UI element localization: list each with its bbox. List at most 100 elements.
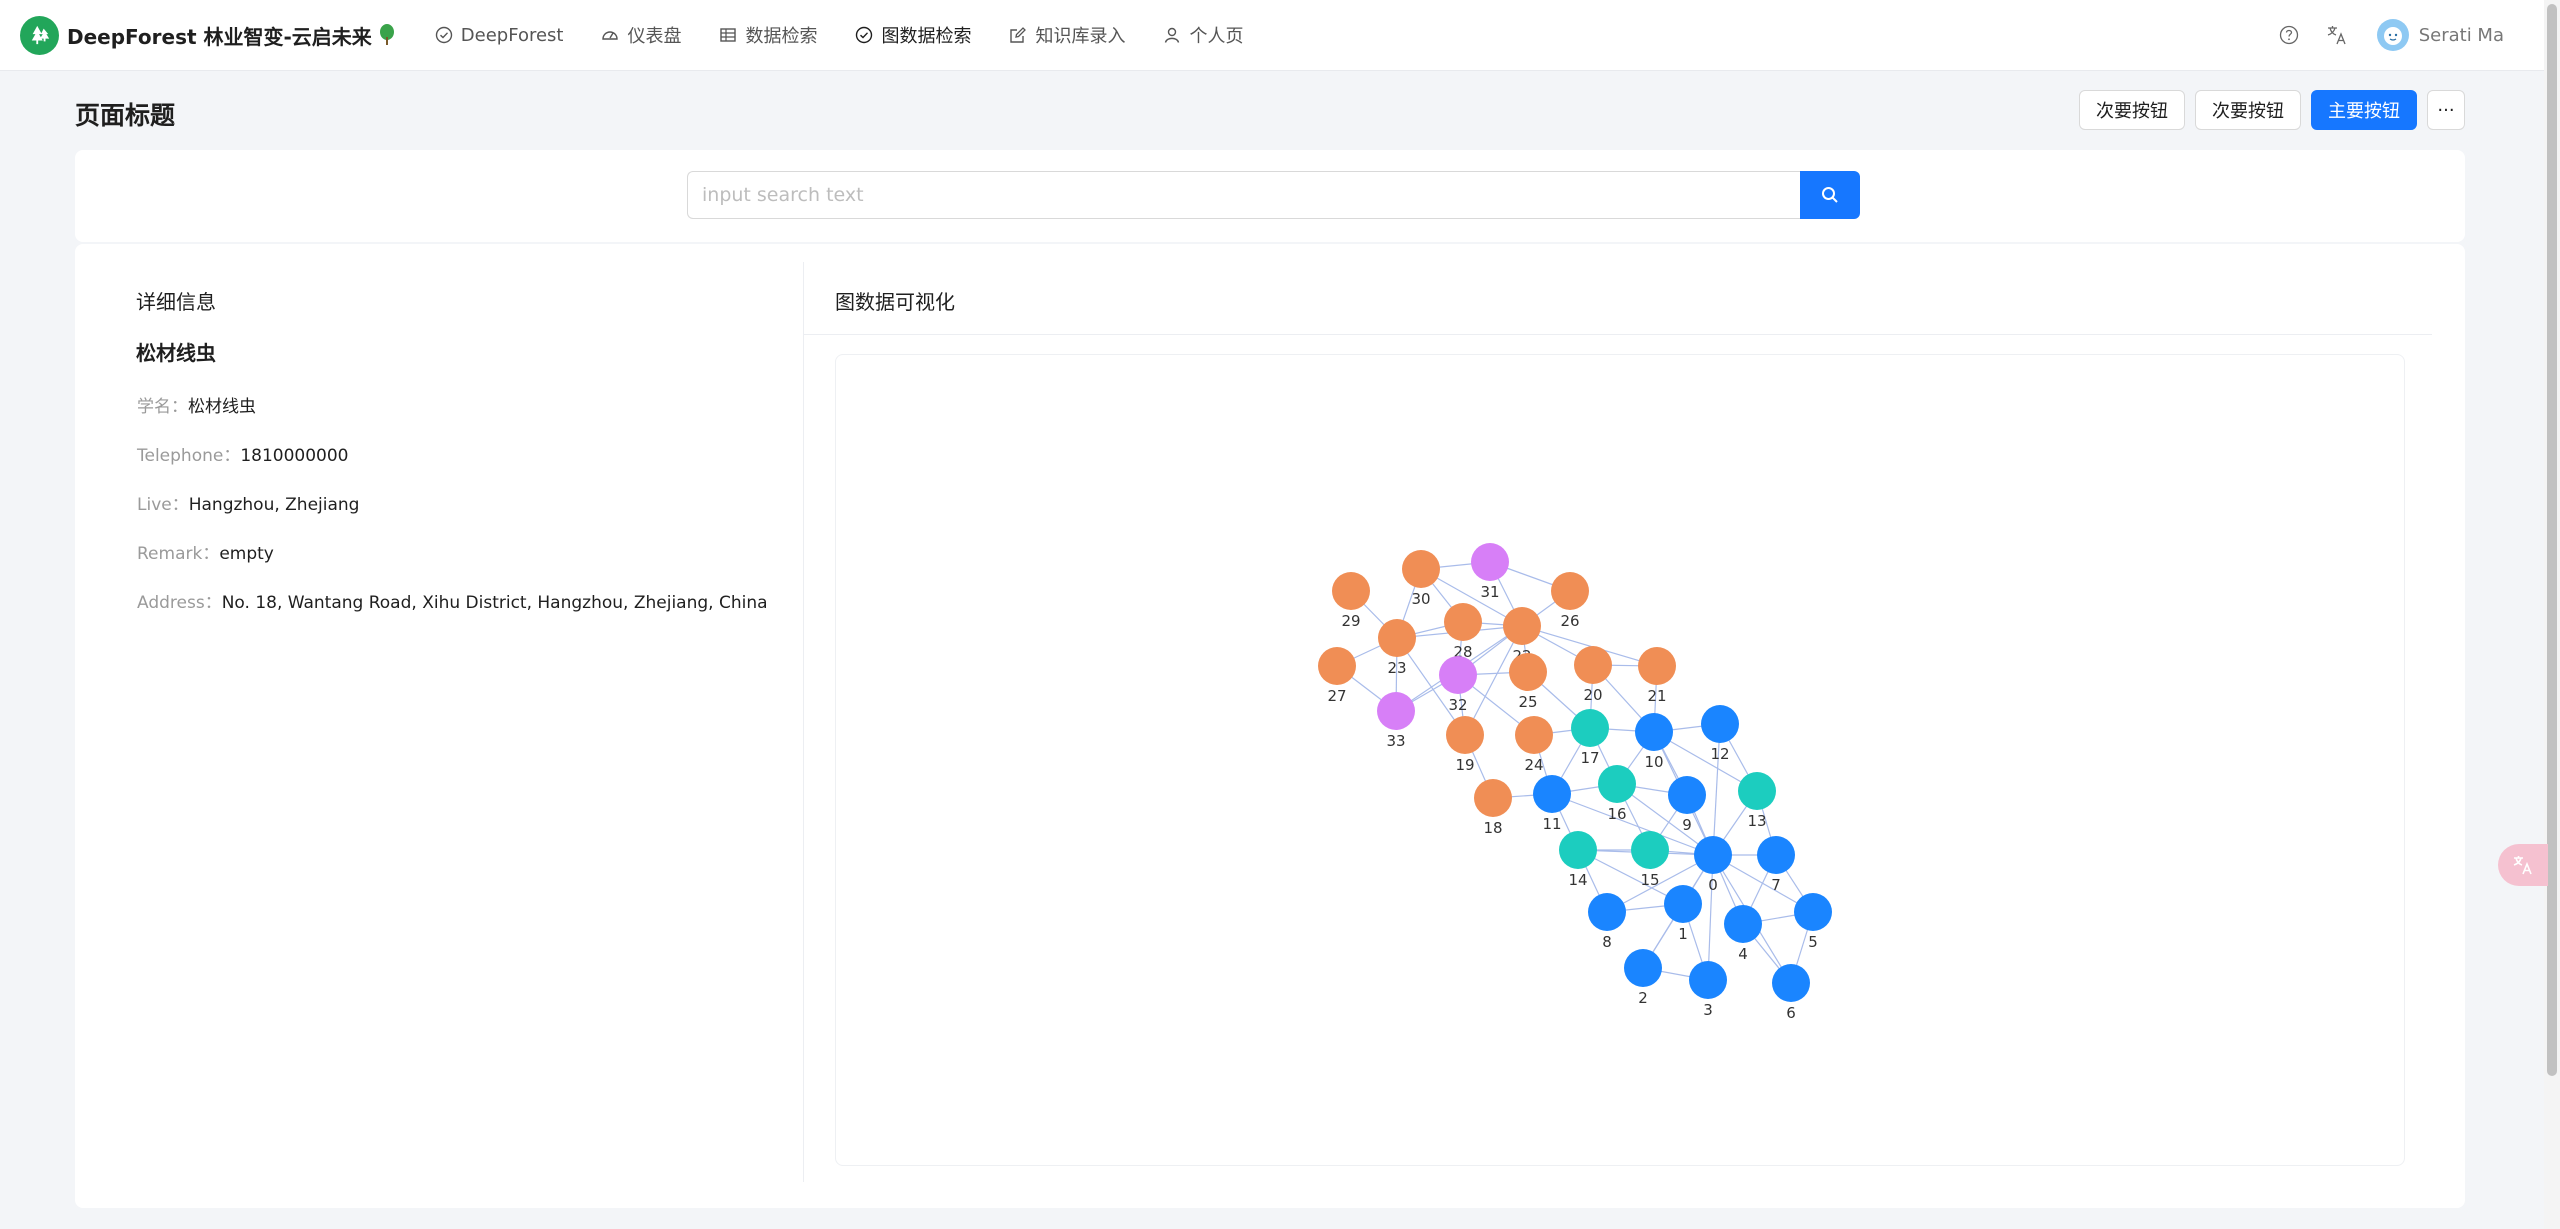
graph-node-32[interactable] [1439,656,1477,694]
graph-node-30[interactable] [1402,550,1440,588]
graph-node-14[interactable] [1559,831,1597,869]
page-title: 页面标题 [75,101,176,130]
secondary-button-2[interactable]: 次要按钮 [2195,90,2301,130]
graph-node-label: 4 [1738,945,1748,963]
graph-node-13[interactable] [1738,772,1776,810]
graph-node-8[interactable] [1588,893,1626,931]
graph-canvas[interactable]: 0123456789101112131415161718192021222324… [835,354,2405,1166]
secondary-button-1[interactable]: 次要按钮 [2079,90,2185,130]
graph-node-31[interactable] [1471,543,1509,581]
graph-node-label: 9 [1682,816,1692,834]
edit-icon [1010,27,1027,43]
info-row-address: Address：No. 18, Wantang Road, Xihu Distr… [137,588,768,613]
user-menu[interactable]: Serati Ma [2376,19,2504,51]
graph-node-29[interactable] [1332,572,1370,610]
nav-item-graph-search[interactable]: 图数据检索 [836,0,990,70]
table-icon [720,28,737,42]
graph-node-label: 23 [1387,659,1406,677]
graph-node-label: 19 [1455,756,1474,774]
graph-node-label: 25 [1518,693,1537,711]
graph-node-0[interactable] [1694,836,1732,874]
panel-divider [803,262,804,1182]
nav-item-knowledge-entry[interactable]: 知识库录入 [990,0,1144,70]
graph-node-20[interactable] [1574,646,1612,684]
graph-node-label: 7 [1771,876,1781,894]
nav-item-deepforest[interactable]: DeepForest [416,0,583,70]
graph-node-label: 6 [1786,1004,1796,1022]
graph-node-22[interactable] [1503,607,1541,645]
brand[interactable]: DeepForest 林业智变-云启未来 [20,15,396,55]
network-graph[interactable]: 0123456789101112131415161718192021222324… [836,355,2404,1165]
graph-node-17[interactable] [1571,709,1609,747]
graph-node-26[interactable] [1551,572,1589,610]
graph-node-9[interactable] [1668,776,1706,814]
graph-node-28[interactable] [1444,603,1482,641]
graph-node-6[interactable] [1772,964,1810,1002]
nav-item-data-search[interactable]: 数据检索 [700,0,836,70]
graph-node-label: 31 [1480,583,1499,601]
search-button[interactable] [1800,171,1860,219]
info-row-scientific-name: 学名：松材线虫 [137,392,256,417]
graph-node-label: 26 [1560,612,1579,630]
graph-node-label: 18 [1483,819,1502,837]
graph-node-23[interactable] [1378,619,1416,657]
graph-node-18[interactable] [1474,779,1512,817]
brand-title: DeepForest 林业智变-云启未来 [67,24,372,49]
info-label: Telephone： [137,446,241,466]
help-icon[interactable] [2271,17,2307,53]
nav-label: 数据检索 [745,26,818,47]
graph-node-4[interactable] [1724,905,1762,943]
graph-node-1[interactable] [1664,885,1702,923]
graph-node-3[interactable] [1689,961,1727,999]
graph-node-2[interactable] [1624,949,1662,987]
tree-icon [378,24,396,46]
floating-translate-button[interactable] [2498,844,2548,886]
graph-node-label: 10 [1644,753,1663,771]
more-button[interactable]: ··· [2427,90,2465,130]
search-card [75,150,2465,242]
search-icon [1822,187,1838,203]
graph-node-label: 12 [1710,745,1729,763]
translate-icon[interactable] [2319,17,2355,53]
nav-item-profile[interactable]: 个人页 [1144,0,1262,70]
graph-node-25[interactable] [1509,653,1547,691]
graph-node-5[interactable] [1794,893,1832,931]
content-card: 详细信息 松材线虫 学名：松材线虫 Telephone：1810000000 L… [75,244,2465,1208]
graph-node-11[interactable] [1533,775,1571,813]
nav-item-dashboard[interactable]: 仪表盘 [582,0,700,70]
graph-edge [1712,723,1721,856]
info-row-remark: Remark：empty [137,539,274,564]
graph-node-label: 33 [1386,732,1405,750]
scrollbar-thumb[interactable] [2547,4,2557,1076]
graph-node-label: 29 [1341,612,1360,630]
graph-node-7[interactable] [1757,836,1795,874]
graph-node-19[interactable] [1446,716,1484,754]
graph-node-12[interactable] [1701,705,1739,743]
nav-label: DeepForest [460,24,564,46]
graph-node-21[interactable] [1638,647,1676,685]
nav-label: 知识库录入 [1035,26,1126,47]
nav-label: 个人页 [1189,26,1244,47]
scrollbar[interactable] [2544,0,2560,1229]
username: Serati Ma [2418,24,2504,46]
graph-node-24[interactable] [1515,716,1553,754]
info-row-live: Live：Hangzhou, Zhejiang [137,490,359,515]
forest-logo-icon [20,15,59,55]
translate-icon [2513,856,2532,875]
check-circle-icon [856,26,873,44]
detail-section-title: 详细信息 [136,290,216,314]
search-input[interactable] [687,171,1800,219]
graph-node-label: 14 [1568,871,1587,889]
graph-node-label: 11 [1542,815,1561,833]
graph-node-16[interactable] [1598,765,1636,803]
graph-node-10[interactable] [1635,713,1673,751]
graph-node-label: 0 [1708,876,1718,894]
graph-node-27[interactable] [1318,647,1356,685]
graph-node-label: 21 [1647,687,1666,705]
graph-node-15[interactable] [1631,831,1669,869]
detail-panel: 详细信息 松材线虫 学名：松材线虫 Telephone：1810000000 L… [75,244,803,1208]
avatar [2376,19,2409,51]
graph-node-33[interactable] [1377,692,1415,730]
graph-node-label: 8 [1602,933,1612,951]
primary-button[interactable]: 主要按钮 [2311,90,2417,130]
